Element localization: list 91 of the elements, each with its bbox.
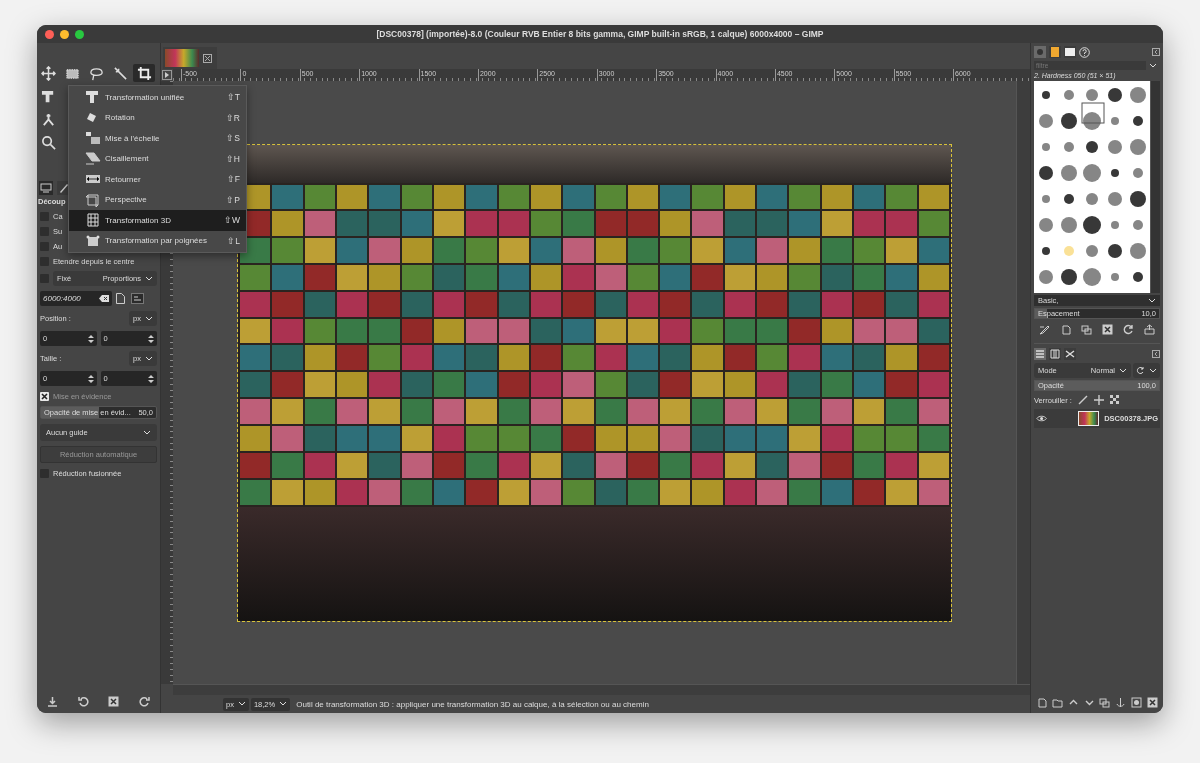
- image-thumbnail: [165, 49, 199, 67]
- t-shape-icon: [85, 90, 101, 105]
- cycle-icon: [1136, 366, 1145, 375]
- menu-item[interactable]: Cisaillement ⇧H: [69, 148, 246, 169]
- stepper-icon: [148, 374, 154, 383]
- crop-icon: [136, 65, 152, 81]
- move-icon[interactable]: [1093, 395, 1104, 405]
- chevron-icon: [145, 275, 153, 282]
- delete-icon[interactable]: [1146, 697, 1158, 708]
- brush-icon: [1035, 47, 1045, 57]
- composite-dropdown[interactable]: [1133, 363, 1160, 378]
- chevron-icon: [145, 315, 153, 322]
- horizontal-scrollbar[interactable]: [173, 684, 1030, 695]
- reset-icon[interactable]: [77, 696, 89, 707]
- delete-icon[interactable]: [1102, 324, 1113, 335]
- eye-icon[interactable]: [1036, 414, 1048, 423]
- folder-icon[interactable]: [1052, 697, 1064, 708]
- chevron-icon: [1149, 367, 1157, 374]
- move-icon: [40, 65, 56, 81]
- dock-menu-icon[interactable]: [1152, 350, 1160, 358]
- menu-item[interactable]: Transformation unifiée ⇧T: [69, 87, 246, 108]
- vertical-scrollbar[interactable]: [1150, 81, 1160, 293]
- delete-icon[interactable]: [108, 696, 120, 707]
- checkerboard-icon[interactable]: [1109, 395, 1120, 405]
- zoom-button[interactable]: [75, 29, 84, 39]
- close-button[interactable]: [45, 29, 54, 39]
- transform-icon: [40, 88, 56, 104]
- dock-tab[interactable]: [1064, 46, 1076, 58]
- ratio-field[interactable]: 6000:4000: [40, 291, 112, 306]
- image-tab[interactable]: [163, 47, 217, 69]
- duplicate-icon[interactable]: [1099, 697, 1111, 708]
- paths-icon: [1065, 349, 1075, 359]
- clear-icon: [99, 295, 109, 302]
- restore-icon[interactable]: [139, 696, 151, 707]
- dock-menu-icon[interactable]: [1152, 48, 1160, 56]
- save-icon[interactable]: [46, 696, 58, 707]
- chevron-icon: [1149, 62, 1157, 69]
- checkbox[interactable]: [40, 391, 49, 401]
- new-icon[interactable]: [1060, 324, 1071, 335]
- chevron-icon: [1148, 297, 1156, 304]
- channels-icon: [1050, 349, 1060, 359]
- lasso-icon: [88, 65, 104, 81]
- tool-button[interactable]: [133, 64, 155, 82]
- brush-icon[interactable]: [1077, 395, 1088, 405]
- landscape-icon[interactable]: [131, 293, 144, 304]
- menu-item[interactable]: Mise à l'échelle ⇧S: [69, 128, 246, 149]
- refresh-icon[interactable]: [1123, 324, 1134, 335]
- vertical-scrollbar[interactable]: [1016, 81, 1030, 684]
- menu-item[interactable]: Transformation 3D ⇧W: [69, 210, 246, 231]
- anchor-icon[interactable]: [1115, 697, 1127, 708]
- new-icon[interactable]: [1036, 697, 1048, 708]
- grid-icon: [85, 213, 101, 228]
- layer-thumbnail: [1079, 412, 1099, 425]
- portrait-icon[interactable]: [116, 293, 125, 304]
- menu-arrow-icon[interactable]: [162, 70, 172, 80]
- minimize-button[interactable]: [60, 29, 69, 39]
- puppet-icon: [40, 111, 56, 127]
- export-icon[interactable]: [1144, 324, 1155, 335]
- font-icon: [1065, 47, 1075, 57]
- help-icon[interactable]: [1079, 46, 1090, 58]
- shear-icon: [85, 151, 101, 166]
- menu-item[interactable]: Transformation par poignées ⇧L: [69, 230, 246, 251]
- window-title: [DSC00378] (importée)-8.0 (Couleur RVB Entier 8 bits gamma, GIMP built-in sRGB, 1 calque) 6000x4000 – GIMP: [376, 29, 824, 39]
- dock-tab[interactable]: [1049, 348, 1061, 360]
- pattern-icon: [1050, 47, 1060, 57]
- chevron-icon: [143, 429, 151, 436]
- stepper-icon: [87, 334, 94, 343]
- chevron-icon: [1119, 367, 1127, 374]
- search-icon: [40, 134, 56, 150]
- menu-item[interactable]: Rotation ⇧R: [69, 107, 246, 128]
- dock-tab[interactable]: [1064, 348, 1076, 360]
- chevron-icon: [279, 701, 288, 707]
- status-message: Outil de transformation 3D : appliquer une transformation 3D au calque, à la sélection ou au chemin: [296, 699, 649, 709]
- menu-item[interactable]: Perspective ⇧P: [69, 189, 246, 210]
- mask-icon[interactable]: [1130, 697, 1142, 708]
- edit-icon[interactable]: [1039, 324, 1050, 335]
- cube-icon: [85, 192, 101, 207]
- brush-grid-drawing[interactable]: [1034, 81, 1150, 293]
- duplicate-icon[interactable]: [1081, 324, 1092, 335]
- device-icon[interactable]: [39, 181, 53, 195]
- wand-icon: [112, 65, 128, 81]
- scale-icon: [85, 131, 101, 146]
- close-icon[interactable]: [203, 53, 212, 63]
- stepper-icon: [148, 334, 154, 343]
- chevron-icon: [145, 355, 153, 362]
- dock-tab[interactable]: [1049, 46, 1061, 58]
- menu-item[interactable]: Retourner ⇧F: [69, 169, 246, 190]
- stepper-icon: [87, 374, 94, 383]
- chevron-icon: [237, 701, 246, 707]
- handles-icon: [85, 233, 101, 248]
- layers-icon: [1035, 349, 1045, 359]
